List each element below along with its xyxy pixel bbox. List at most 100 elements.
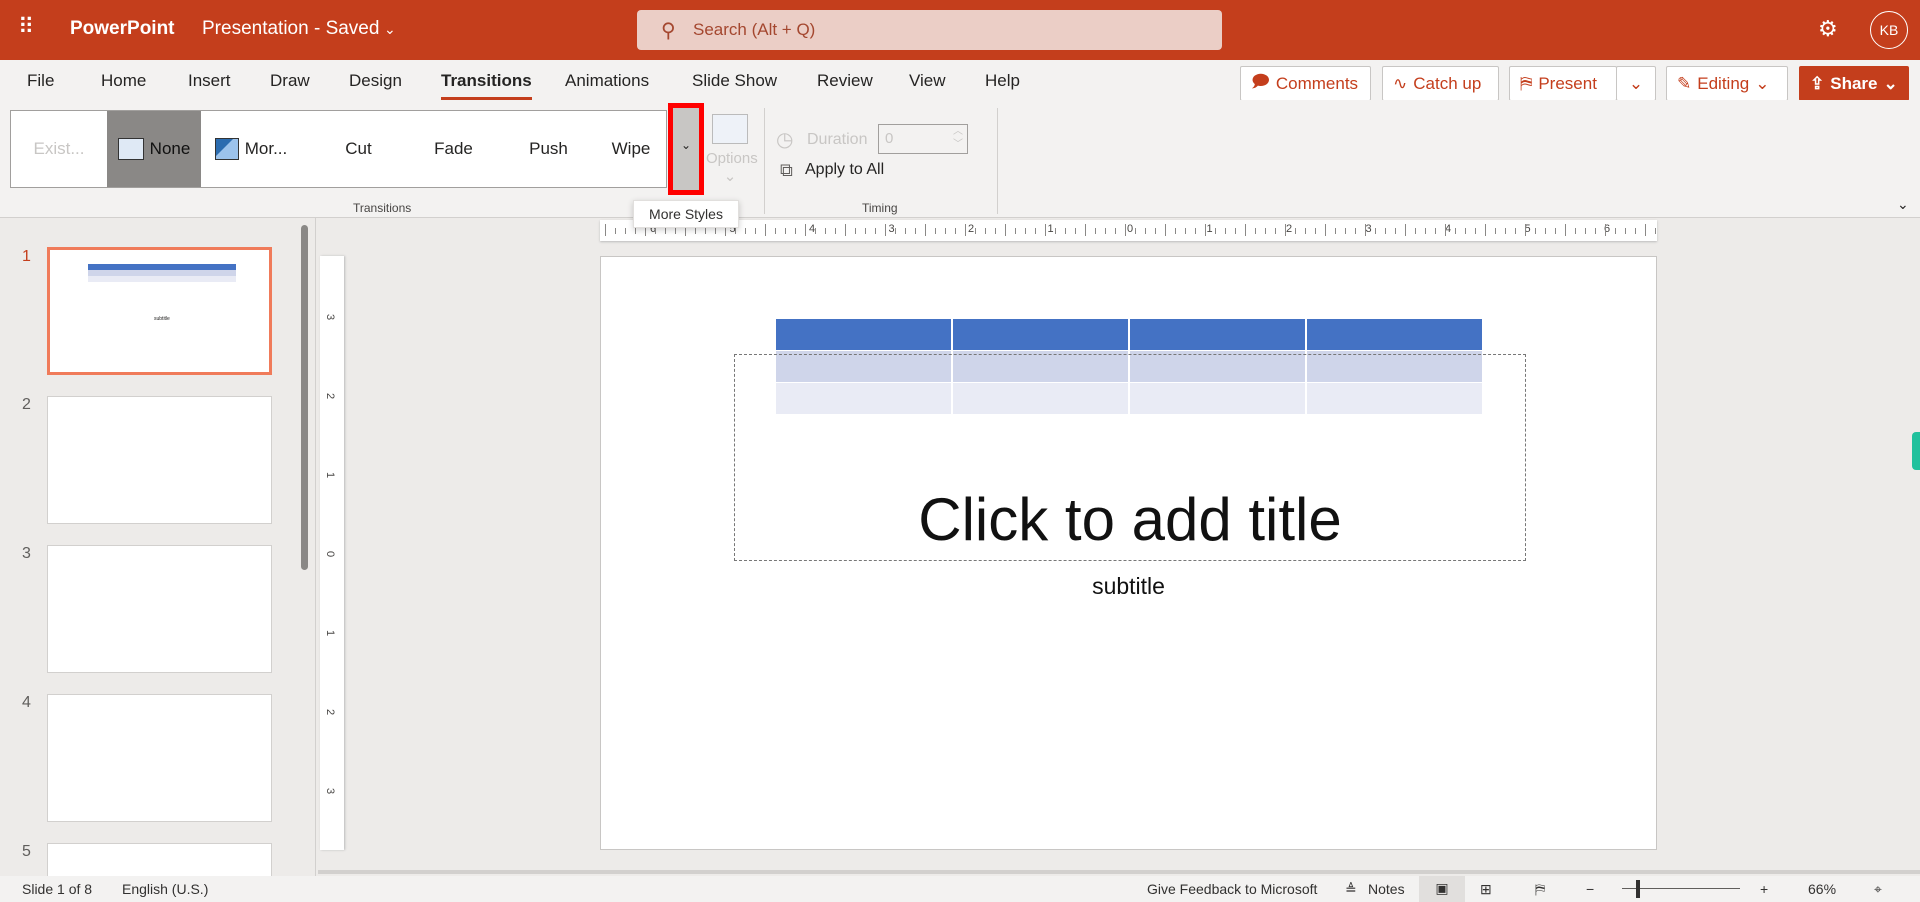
zoom-level[interactable]: 66% bbox=[1808, 881, 1836, 897]
transition-wipe[interactable]: Wipe bbox=[596, 111, 666, 187]
ruler-tick bbox=[1545, 228, 1546, 234]
slide-canvas[interactable]: Click to add title subtitle bbox=[600, 256, 1657, 850]
table-cell[interactable] bbox=[776, 319, 953, 351]
ruler-tick bbox=[1305, 228, 1306, 234]
pane-divider[interactable] bbox=[315, 218, 316, 876]
ruler-tick bbox=[1385, 228, 1386, 234]
ruler-tick bbox=[1595, 228, 1596, 234]
subtitle-text[interactable]: subtitle bbox=[601, 573, 1656, 600]
slide-sorter-icon[interactable]: ⊞ bbox=[1480, 881, 1492, 898]
slide-thumbnail-4[interactable] bbox=[47, 694, 272, 822]
ruler-tick bbox=[1025, 228, 1026, 234]
normal-view-icon[interactable]: ▣ bbox=[1419, 876, 1465, 902]
more-styles-button[interactable]: ⌄ bbox=[668, 103, 704, 195]
present-button[interactable]: ⛿ Present bbox=[1509, 66, 1617, 101]
present-dropdown-button[interactable]: ⌄ bbox=[1616, 66, 1656, 101]
ruler-tick bbox=[665, 228, 666, 234]
label: None bbox=[149, 139, 191, 158]
canvas-hscrollbar[interactable] bbox=[318, 870, 1920, 874]
status-bar: Slide 1 of 8 English (U.S.) Give Feedbac… bbox=[0, 876, 1920, 902]
tab-draw[interactable]: Draw bbox=[270, 71, 310, 91]
search-input[interactable]: ⚲ Search (Alt + Q) bbox=[637, 10, 1222, 50]
slide-thumbnail-3[interactable] bbox=[47, 545, 272, 673]
transition-none[interactable]: None bbox=[107, 111, 201, 187]
label: Wipe bbox=[611, 139, 651, 158]
transition-morph[interactable]: Mor... bbox=[206, 111, 296, 187]
language-indicator[interactable]: English (U.S.) bbox=[122, 881, 208, 897]
tab-view[interactable]: View bbox=[909, 71, 946, 91]
activity-icon: ∿ bbox=[1393, 73, 1408, 93]
ruler-tick bbox=[1225, 228, 1226, 234]
tab-design[interactable]: Design bbox=[349, 71, 402, 91]
document-title[interactable]: Presentation - Saved bbox=[202, 18, 379, 40]
duration-input[interactable]: 0 ︿ ﹀ bbox=[878, 124, 968, 154]
fit-slide-icon[interactable]: ⌖ bbox=[1874, 881, 1882, 898]
zoom-slider-thumb[interactable] bbox=[1636, 880, 1640, 898]
table-cell[interactable] bbox=[953, 319, 1130, 351]
present-label: Present bbox=[1538, 73, 1597, 93]
transition-push[interactable]: Push bbox=[501, 111, 596, 187]
tab-review[interactable]: Review bbox=[817, 71, 873, 91]
ruler-tick bbox=[1085, 224, 1086, 236]
ruler-tick bbox=[865, 228, 866, 234]
right-edge-handle[interactable] bbox=[1912, 432, 1920, 470]
collapse-ribbon-icon[interactable]: ⌄ bbox=[1897, 196, 1909, 213]
title-placeholder[interactable]: Click to add title bbox=[734, 354, 1526, 561]
ruler-tick bbox=[965, 224, 966, 236]
gear-icon[interactable]: ⚙ bbox=[1818, 16, 1838, 42]
ruler-tick bbox=[1445, 224, 1446, 236]
zoom-in-button[interactable]: + bbox=[1760, 881, 1768, 897]
tab-file[interactable]: File bbox=[27, 71, 54, 91]
slide-thumbnail-2[interactable] bbox=[47, 396, 272, 524]
tab-insert[interactable]: Insert bbox=[188, 71, 231, 91]
ruler-tick bbox=[795, 228, 796, 234]
ruler-tick bbox=[995, 228, 996, 234]
slide-number: 3 bbox=[22, 545, 31, 562]
catch-up-button[interactable]: ∿ Catch up bbox=[1382, 66, 1499, 101]
ruler-tick bbox=[1555, 228, 1556, 234]
ruler-tick bbox=[905, 228, 906, 234]
avatar[interactable]: KB bbox=[1870, 11, 1908, 49]
app-name[interactable]: PowerPoint bbox=[70, 18, 175, 40]
ruler-tick bbox=[1155, 228, 1156, 234]
transition-existing[interactable]: Exist... bbox=[11, 111, 107, 187]
ruler-tick bbox=[875, 228, 876, 234]
notes-icon[interactable]: ≜ bbox=[1345, 881, 1357, 898]
zoom-out-button[interactable]: − bbox=[1586, 881, 1594, 897]
ruler-tick bbox=[605, 224, 606, 236]
ruler-tick bbox=[1415, 228, 1416, 234]
ruler-tick-label: 1 bbox=[1047, 223, 1054, 235]
share-button[interactable]: ⇪ Share ⌄ bbox=[1799, 66, 1909, 101]
transition-cut[interactable]: Cut bbox=[311, 111, 406, 187]
chevron-down-icon: ⌄ bbox=[680, 138, 692, 152]
ruler-tick bbox=[1375, 228, 1376, 234]
spinner-icon[interactable]: ︿ ﹀ bbox=[953, 125, 963, 151]
editing-button[interactable]: ✎ Editing ⌄ bbox=[1666, 66, 1788, 101]
tab-slide-show[interactable]: Slide Show bbox=[692, 71, 777, 91]
title-bar: ⠿ PowerPoint Presentation - Saved ⌄ ⚲ Se… bbox=[0, 0, 1920, 60]
transition-fade[interactable]: Fade bbox=[406, 111, 501, 187]
thumbnails-scrollbar[interactable] bbox=[301, 225, 308, 570]
slide-thumbnail-1[interactable]: subtitle bbox=[47, 247, 272, 375]
ruler-tick bbox=[1315, 228, 1316, 234]
feedback-link[interactable]: Give Feedback to Microsoft bbox=[1147, 881, 1317, 897]
chevron-down-icon[interactable]: ⌄ bbox=[384, 21, 396, 38]
table-cell[interactable] bbox=[1307, 319, 1484, 351]
ruler-tick bbox=[1015, 228, 1016, 234]
ruler-tick bbox=[1255, 228, 1256, 234]
transitions-gallery: Exist... None Mor... Cut Fade Push Wipe bbox=[10, 110, 667, 188]
apply-to-all-button[interactable]: Apply to All bbox=[805, 161, 884, 179]
app-launcher-icon[interactable]: ⠿ bbox=[18, 14, 34, 40]
tab-animations[interactable]: Animations bbox=[565, 71, 649, 91]
reading-view-icon[interactable]: ⛿ bbox=[1535, 881, 1545, 898]
notes-button[interactable]: Notes bbox=[1368, 881, 1405, 897]
comments-button[interactable]: 🗩 Comments bbox=[1240, 66, 1371, 101]
chevron-down-icon: ⌄ bbox=[1755, 73, 1770, 93]
chevron-down-icon: ⌄ bbox=[1628, 73, 1644, 93]
table-cell[interactable] bbox=[1130, 319, 1307, 351]
label: Cut bbox=[345, 139, 372, 158]
tab-help[interactable]: Help bbox=[985, 71, 1020, 91]
ruler-tick bbox=[1095, 228, 1096, 234]
tab-home[interactable]: Home bbox=[101, 71, 146, 91]
tab-transitions[interactable]: Transitions bbox=[441, 71, 532, 100]
